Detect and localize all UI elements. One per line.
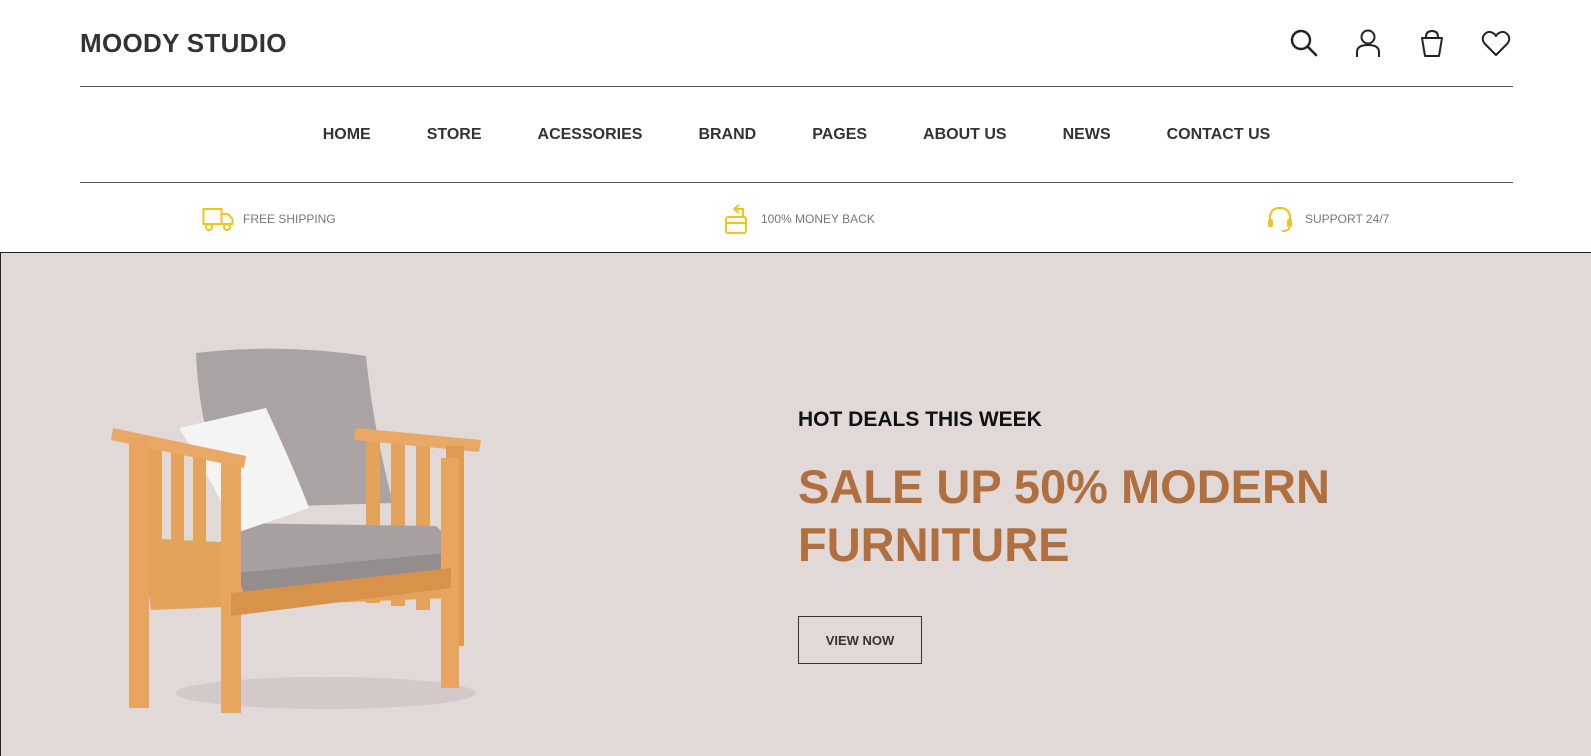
hero-title-line2: FURNITURE — [798, 518, 1070, 571]
nav-item-news[interactable]: NEWS — [1063, 126, 1111, 144]
nav-item-brand[interactable]: BRAND — [698, 126, 756, 144]
nav-item-store[interactable]: STORE — [427, 126, 482, 144]
truck-icon — [202, 203, 234, 235]
nav-item-pages[interactable]: PAGES — [812, 126, 867, 144]
heart-icon[interactable] — [1479, 26, 1513, 60]
hero-banner: HOT DEALS THIS WEEK SALE UP 50% MODERN F… — [0, 252, 1591, 756]
nav-item-home[interactable]: HOME — [323, 126, 371, 144]
header-icons — [1287, 26, 1513, 60]
nav-item-about-us[interactable]: ABOUT US — [923, 126, 1007, 144]
features-strip: FREE SHIPPING 100% MONEY BACK SUPPORT 24… — [0, 183, 1591, 252]
feature-free-shipping: FREE SHIPPING — [202, 203, 336, 235]
armchair-image — [111, 348, 481, 713]
nav-item-accessories[interactable]: ACESSORIES — [538, 126, 643, 144]
feature-support: SUPPORT 24/7 — [1264, 203, 1389, 235]
site-header: MOODY STUDIO — [80, 0, 1513, 87]
search-icon[interactable] — [1287, 26, 1321, 60]
user-icon[interactable] — [1351, 26, 1385, 60]
money-back-icon — [720, 203, 752, 235]
hero-title-line1: SALE UP 50% MODERN — [798, 460, 1330, 513]
headset-icon — [1264, 203, 1296, 235]
hero-subtitle: HOT DEALS THIS WEEK — [798, 408, 1042, 431]
main-nav: HOME STORE ACESSORIES BRAND PAGES ABOUT … — [80, 87, 1513, 183]
feature-label: SUPPORT 24/7 — [1305, 212, 1390, 226]
feature-money-back: 100% MONEY BACK — [720, 203, 875, 235]
cart-icon[interactable] — [1415, 26, 1449, 60]
feature-label: 100% MONEY BACK — [761, 212, 875, 226]
hero-title: SALE UP 50% MODERN FURNITURE — [798, 458, 1358, 574]
nav-item-contact-us[interactable]: CONTACT US — [1167, 126, 1271, 144]
view-now-button[interactable]: VIEW NOW — [798, 616, 922, 664]
feature-label: FREE SHIPPING — [243, 212, 336, 226]
site-logo[interactable]: MOODY STUDIO — [80, 28, 287, 59]
